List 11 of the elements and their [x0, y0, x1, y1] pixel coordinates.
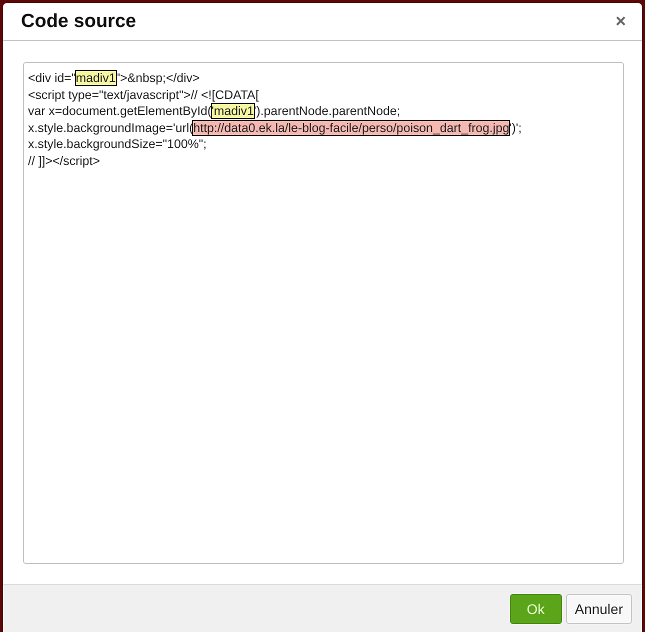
code-editor[interactable] — [23, 62, 624, 564]
close-button[interactable]: × — [615, 11, 626, 32]
code-line: x.style.backgroundSize="100%"; — [28, 136, 208, 152]
ok-button[interactable]: Ok — [510, 594, 562, 624]
code-line: <script type="text/javascript">// <![CDATA[ — [28, 86, 260, 103]
code-line: x.style.backgroundImage='url(http://data0.ek.la/le-blog-facile/perso/poison_dart_frog.jpg')'; — [28, 120, 523, 136]
dialog-title: Code source — [21, 10, 136, 32]
code-line: var x=document.getElementById('madiv1').parentNode.parentNode; — [28, 103, 402, 120]
code-line: <div id="madiv1">&nbsp;</div> — [28, 70, 201, 86]
code-line: // ]]></script> — [28, 152, 101, 169]
cancel-button[interactable]: Annuler — [566, 594, 632, 624]
